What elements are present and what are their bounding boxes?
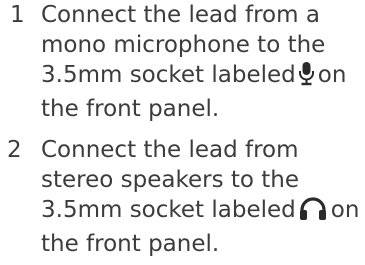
step-number: 1 [10,2,25,28]
step-line: 3.5mm socket labeled on [41,60,361,94]
step-number: 2 [7,137,22,163]
step-line: 3.5mm socket labeled on [41,195,361,229]
step-line: stereo speakers to the [41,167,300,193]
step-text: Connect the lead from a mono microphone … [41,0,361,124]
step-line-part: on [317,62,347,88]
step-line: Connect the lead from a [41,2,320,28]
step-line: the front panel. [41,96,220,122]
step-line: the front panel. [41,231,220,257]
step-line-part: 3.5mm socket labeled [41,62,296,88]
microphone-icon [298,61,315,94]
step-line-part: on [330,197,360,223]
headphones-icon [298,196,328,229]
step-line: Connect the lead from [41,137,299,163]
step-text: Connect the lead from stereo speakers to… [41,135,361,259]
step-line-part: 3.5mm socket labeled [41,197,296,223]
step-line: mono microphone to the [41,32,326,58]
